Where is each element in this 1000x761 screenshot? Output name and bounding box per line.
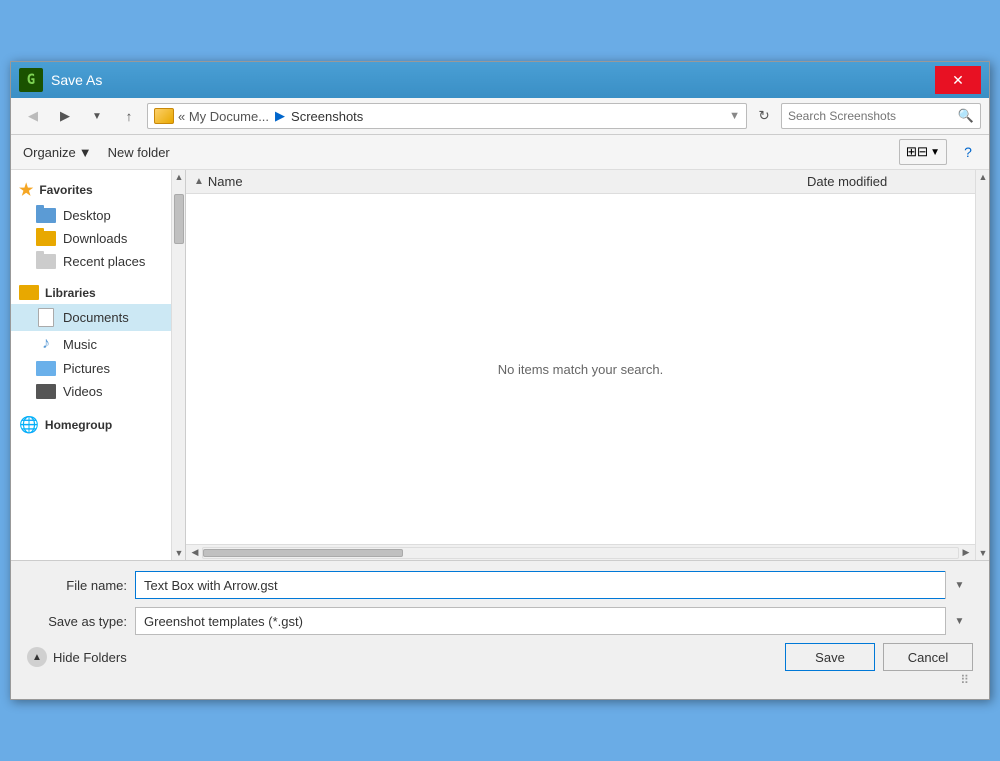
- view-button[interactable]: ⊞⊟ ▼: [899, 139, 947, 165]
- videos-label: Videos: [63, 384, 103, 399]
- sidebar-item-music[interactable]: ♪ Music: [11, 331, 171, 357]
- main-content: ★ Favorites Desktop: [11, 170, 989, 560]
- sidebar-scroll-down[interactable]: ▼: [172, 546, 186, 560]
- form-actions: ▲ Hide Folders Save Cancel: [27, 643, 973, 671]
- h-scroll-thumb[interactable]: [203, 549, 403, 557]
- view-icon: ⊞⊟: [906, 144, 928, 160]
- main-scroll-track: [976, 184, 989, 546]
- star-icon: ★: [19, 180, 33, 200]
- search-bar[interactable]: 🔍: [781, 103, 981, 129]
- refresh-button[interactable]: ↻: [751, 103, 777, 129]
- view-arrow: ▼: [930, 147, 940, 158]
- desktop-label: Desktop: [63, 208, 111, 223]
- sort-arrow-up: ▲: [194, 176, 204, 187]
- app-icon: G: [19, 68, 43, 92]
- file-list-body: No items match your search.: [186, 194, 975, 544]
- address-icon: [154, 108, 174, 124]
- file-name-label: File name:: [27, 578, 127, 593]
- address-current-folder: Screenshots: [291, 109, 363, 124]
- up-button[interactable]: ↑: [115, 103, 143, 129]
- search-input[interactable]: [788, 109, 954, 123]
- save-type-label: Save as type:: [27, 614, 127, 629]
- sidebar-item-desktop[interactable]: Desktop: [11, 204, 171, 227]
- sidebar-item-pictures[interactable]: Pictures: [11, 357, 171, 380]
- col-date-header[interactable]: Date modified: [807, 174, 967, 189]
- close-button[interactable]: ✕: [935, 66, 981, 94]
- sidebar: ★ Favorites Desktop: [11, 170, 186, 560]
- sidebar-scroll-track: [172, 184, 185, 546]
- search-icon: 🔍: [958, 108, 974, 124]
- sidebar-item-documents[interactable]: Documents: [11, 304, 171, 331]
- titlebar: G Save As ✕: [11, 62, 989, 98]
- music-label: Music: [63, 337, 97, 352]
- file-name-input[interactable]: [135, 571, 973, 599]
- homegroup-icon: 🌐: [19, 415, 39, 435]
- resize-grip[interactable]: ⠿: [27, 671, 973, 689]
- h-scroll-track: [202, 547, 959, 559]
- bottom-area: File name: ▼ Save as type: ▼ ▲ Hide Fold…: [11, 560, 989, 699]
- address-arrow: ▶: [275, 108, 285, 124]
- hide-folders-label: Hide Folders: [53, 650, 127, 665]
- pictures-label: Pictures: [63, 361, 110, 376]
- horizontal-scrollbar[interactable]: ◀ ▶: [186, 544, 975, 560]
- sidebar-item-videos[interactable]: Videos: [11, 380, 171, 403]
- documents-label: Documents: [63, 310, 129, 325]
- downloads-folder-icon: [35, 231, 57, 246]
- hide-folders-icon: ▲: [27, 647, 47, 667]
- main-scrollbar[interactable]: ▲ ▼: [975, 170, 989, 560]
- videos-icon: [35, 384, 57, 399]
- save-button[interactable]: Save: [785, 643, 875, 671]
- libraries-folder-icon: [19, 285, 39, 300]
- help-button[interactable]: ?: [955, 139, 981, 165]
- sidebar-content: ★ Favorites Desktop: [11, 170, 171, 560]
- sidebar-item-recent[interactable]: Recent places: [11, 250, 171, 273]
- new-folder-button[interactable]: New folder: [104, 139, 174, 165]
- sidebar-homegroup-header[interactable]: 🌐 Homegroup: [11, 411, 171, 439]
- documents-icon: [35, 308, 57, 327]
- sidebar-libraries-header[interactable]: Libraries: [11, 281, 171, 304]
- forward-button[interactable]: ▶: [51, 103, 79, 129]
- save-type-input[interactable]: [135, 607, 973, 635]
- sidebar-scroll-up[interactable]: ▲: [172, 170, 186, 184]
- downloads-label: Downloads: [63, 231, 127, 246]
- pictures-icon: [35, 361, 57, 376]
- cancel-button[interactable]: Cancel: [883, 643, 973, 671]
- sidebar-scroll-thumb[interactable]: [174, 194, 184, 244]
- sidebar-item-downloads[interactable]: Downloads: [11, 227, 171, 250]
- organize-button[interactable]: Organize ▼: [19, 139, 96, 165]
- save-type-input-wrapper: ▼: [135, 607, 973, 635]
- organize-toolbar: Organize ▼ New folder ⊞⊟ ▼ ?: [11, 135, 989, 170]
- h-scroll-right[interactable]: ▶: [959, 546, 973, 560]
- main-scroll-down[interactable]: ▼: [976, 546, 990, 560]
- sidebar-scrollbar[interactable]: ▲ ▼: [171, 170, 185, 560]
- file-name-input-wrapper: ▼: [135, 571, 973, 599]
- empty-message: No items match your search.: [498, 362, 663, 377]
- sidebar-favorites-header[interactable]: ★ Favorites: [11, 176, 171, 204]
- col-name-header[interactable]: Name: [208, 174, 803, 189]
- desktop-folder-icon: [35, 208, 57, 223]
- h-scroll-left[interactable]: ◀: [188, 546, 202, 560]
- organize-arrow: ▼: [79, 145, 92, 160]
- save-as-dialog: G Save As ✕ ◀ ▶ ▼ ↑ « My Docume... ▶ Scr…: [10, 61, 990, 700]
- file-list-header: ▲ Name Date modified: [186, 170, 975, 194]
- save-type-dropdown-arrow[interactable]: ▼: [945, 607, 973, 635]
- address-toolbar: ◀ ▶ ▼ ↑ « My Docume... ▶ Screenshots ▼ ↻…: [11, 98, 989, 135]
- file-name-dropdown-arrow[interactable]: ▼: [945, 571, 973, 599]
- address-breadcrumb: « My Docume...: [178, 109, 269, 124]
- dialog-title: Save As: [51, 72, 102, 88]
- recent-label: Recent places: [63, 254, 145, 269]
- file-area: ▲ Name Date modified No items match your…: [186, 170, 975, 560]
- hide-folders-button[interactable]: ▲ Hide Folders: [27, 647, 127, 667]
- main-scroll-up[interactable]: ▲: [976, 170, 990, 184]
- back-button[interactable]: ◀: [19, 103, 47, 129]
- recent-locations-button[interactable]: ▼: [83, 103, 111, 129]
- address-dropdown-arrow[interactable]: ▼: [729, 110, 740, 122]
- music-icon: ♪: [35, 335, 57, 353]
- save-type-row: Save as type: ▼: [27, 607, 973, 635]
- address-bar[interactable]: « My Docume... ▶ Screenshots ▼: [147, 103, 747, 129]
- file-name-row: File name: ▼: [27, 571, 973, 599]
- recent-folder-icon: [35, 254, 57, 269]
